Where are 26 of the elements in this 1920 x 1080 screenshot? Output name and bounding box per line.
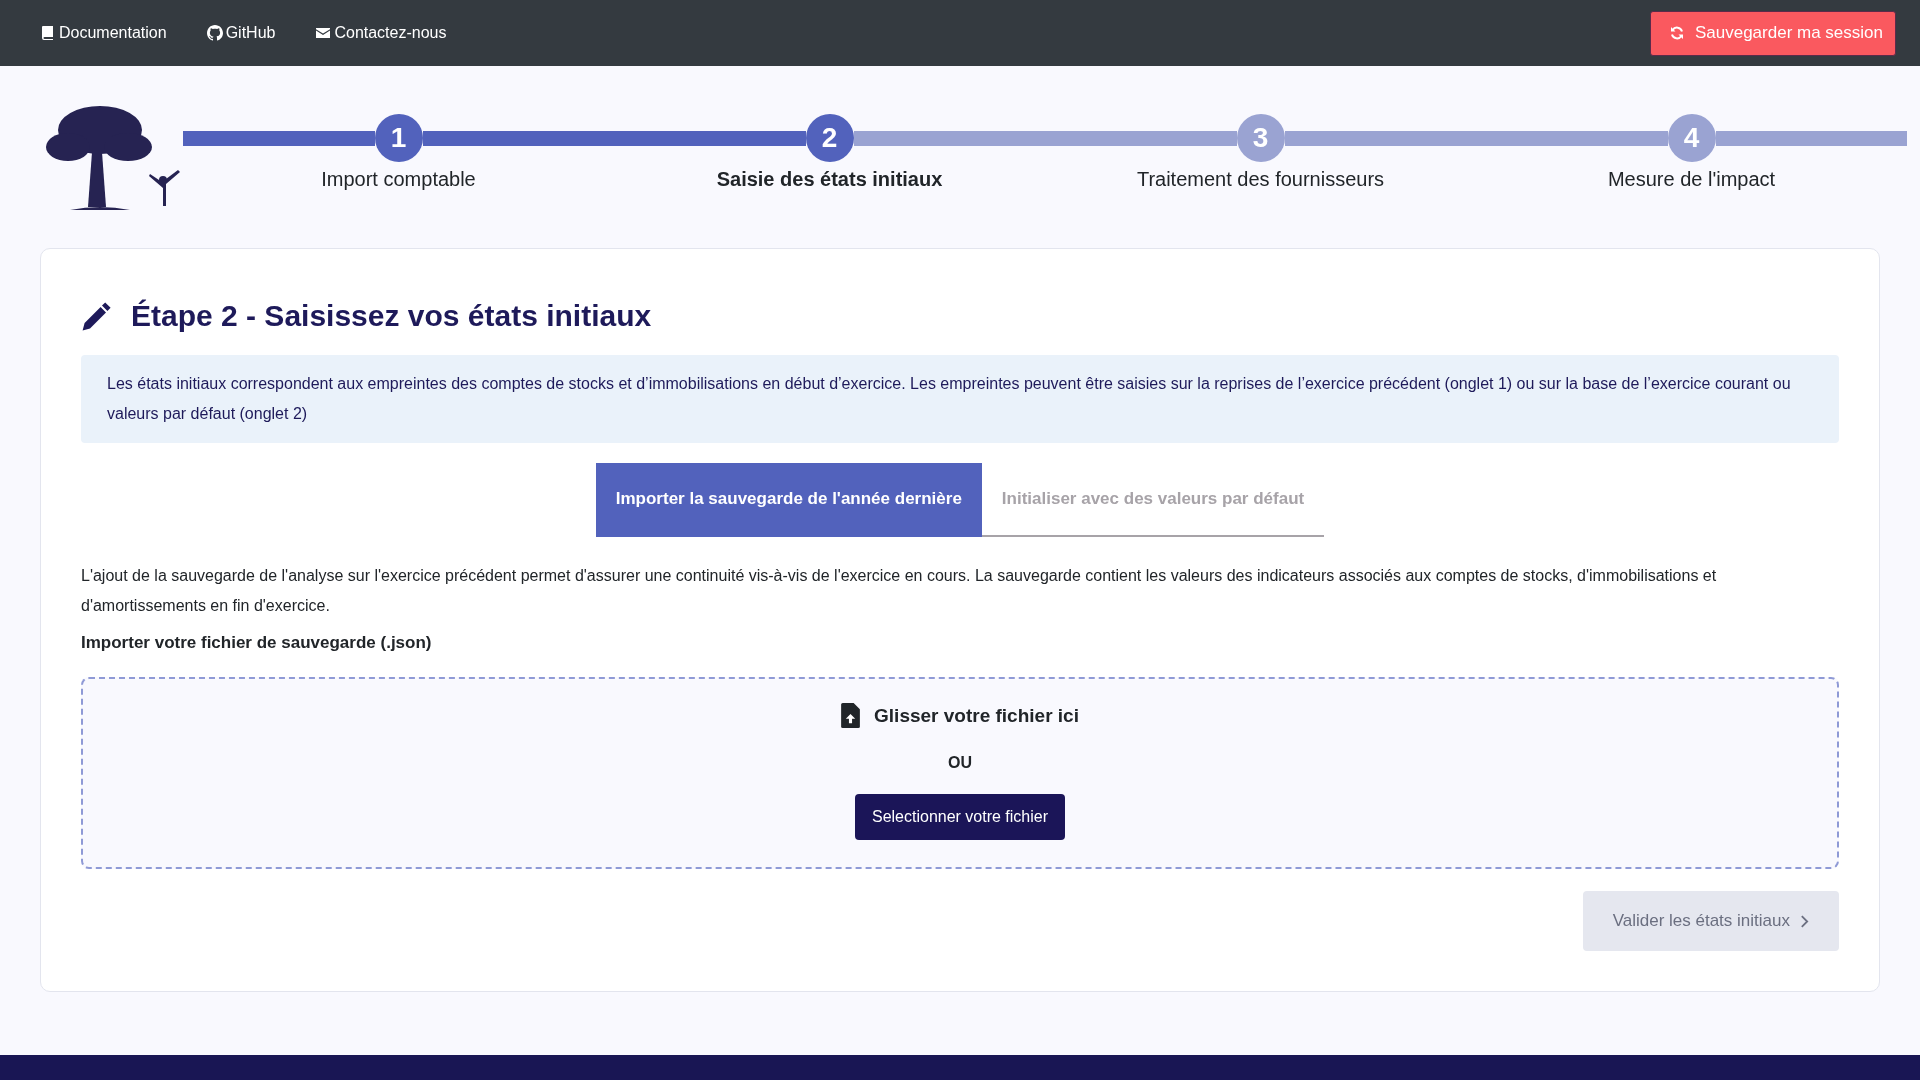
step-label: Mesure de l'impact [1607,168,1776,191]
step-label: Saisie des états initiaux [716,168,943,191]
pencil-icon [81,300,113,332]
save-session-button[interactable]: Sauvegarder ma session [1649,10,1896,56]
step-label: Traitement des fournisseurs [1136,168,1385,191]
step-title: Étape 2 - Saisissez vos états initiaux [131,299,652,333]
step-number[interactable]: 2 [805,114,854,162]
tab[interactable]: Importer la sauvegarde de l'année dernière [595,463,982,537]
github-icon [206,25,223,41]
book-icon [40,25,56,41]
step-number[interactable]: 1 [374,114,423,162]
info-message: Les états initiaux correspondent aux empreintes des comptes de stocks et d’immobilisations en début d’exercice. Les empreintes peuvent être saisies sur la reprises de l’exercice précédent (onglet 1) ou sur la base de l’exercice courant ou valeurs par défaut (onglet 2) [81,355,1839,443]
file-upload-icon [841,703,861,728]
nav-link[interactable]: Documentation [40,24,167,42]
envelope-icon [315,25,332,41]
or-separator: OU [948,754,972,772]
file-dropzone[interactable]: Glisser votre fichier ici OU Selectionner votre fichier [81,677,1839,869]
nav-link[interactable]: Contactez-nous [315,24,447,42]
upload-label: Importer votre fichier de sauvegarde (.json) [81,633,433,653]
chevron-right-icon [1800,913,1809,929]
description-text: L'ajout de la sauvegarde de l'analyse sur l'exercice précédent permet d'assurer une continuité vis-à-vis de l'exercice en cours. La sauvegarde contient les valeurs des indicateurs associés aux comptes de stocks, d'immobilisations et d'amortissements en fin d'exercice. [81,566,1718,616]
step-label: Import comptable [321,168,476,191]
select-file-button[interactable]: Selectionner votre fichier [854,794,1066,840]
drop-instruction: Glisser votre fichier ici [874,704,1079,727]
nav-link[interactable]: GitHub [206,24,276,42]
refresh-icon [1668,25,1685,41]
